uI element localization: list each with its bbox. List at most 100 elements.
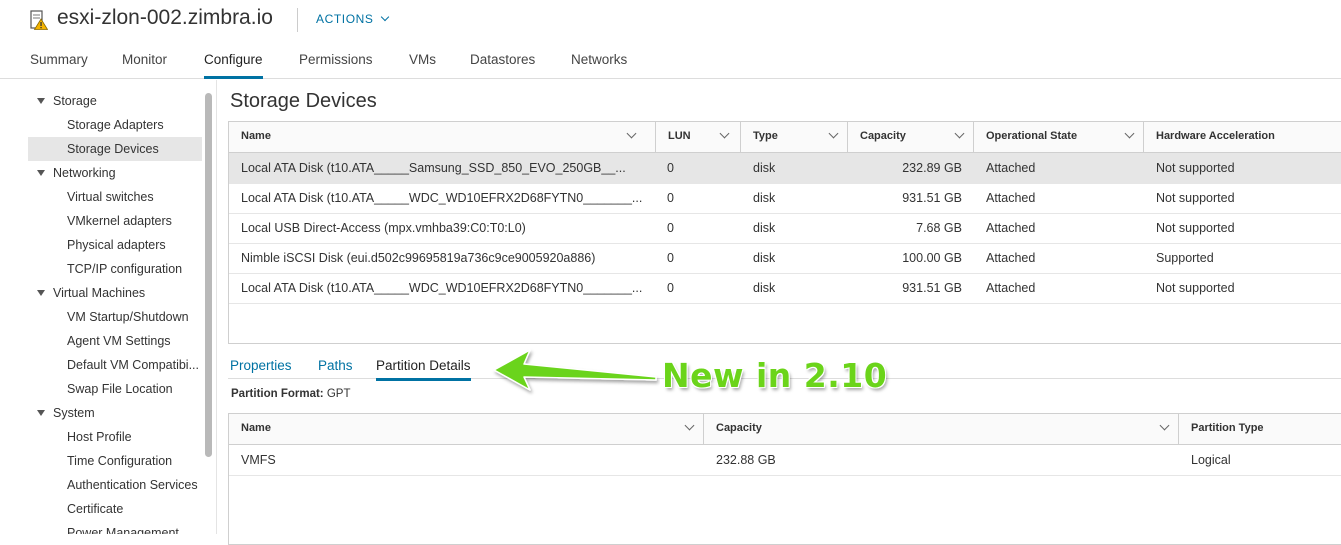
- sidebar-item-storage-adapters[interactable]: Storage Adapters: [28, 113, 202, 137]
- column-divider[interactable]: [655, 122, 656, 152]
- sidebar-item-label: Default VM Compatibi...: [67, 358, 199, 372]
- sidebar-group-networking[interactable]: Networking: [28, 161, 202, 185]
- tab-partition-details[interactable]: Partition Details: [376, 358, 471, 381]
- lun-cell: 0: [667, 161, 674, 175]
- chevron-down-icon: [381, 12, 390, 22]
- sidebar-item-physical-adapters[interactable]: Physical adapters: [28, 233, 202, 257]
- column-divider[interactable]: [973, 122, 974, 152]
- sidebar-item-label: Storage Devices: [67, 142, 159, 156]
- header-divider: [297, 8, 298, 32]
- tab-monitor[interactable]: Monitor: [122, 52, 167, 67]
- table-row[interactable]: Local ATA Disk (t10.ATA_____Samsung_SSD_…: [229, 153, 1341, 184]
- sidebar-item-host-profile[interactable]: Host Profile: [28, 425, 202, 449]
- column-divider[interactable]: [740, 122, 741, 152]
- partition-format-label: Partition Format:: [231, 388, 324, 400]
- tab-datastores[interactable]: Datastores: [470, 52, 535, 67]
- sidebar-item-vm-startup-shutdown[interactable]: VM Startup/Shutdown: [28, 305, 202, 329]
- caret-down-icon: [37, 170, 45, 176]
- caret-down-icon: [37, 98, 45, 104]
- table-row[interactable]: Nimble iSCSI Disk (eui.d502c99695819a736…: [229, 243, 1341, 274]
- sidebar-item-agent-vm-settings[interactable]: Agent VM Settings: [28, 329, 202, 353]
- sidebar-item-default-vm-compatibility[interactable]: Default VM Compatibi...: [28, 353, 202, 377]
- sidebar-item-label: VMkernel adapters: [67, 214, 172, 228]
- chevron-down-icon[interactable]: [828, 128, 839, 139]
- column-header-type[interactable]: Type: [741, 122, 847, 152]
- sidebar-item-vmkernel-adapters[interactable]: VMkernel adapters: [28, 209, 202, 233]
- column-divider[interactable]: [1143, 122, 1144, 152]
- chevron-down-icon[interactable]: [626, 128, 637, 139]
- sidebar-item-storage-devices[interactable]: Storage Devices: [28, 137, 202, 161]
- lun-cell: 0: [667, 191, 674, 205]
- tab-permissions[interactable]: Permissions: [299, 52, 373, 67]
- sidebar-item-time-configuration[interactable]: Time Configuration: [28, 449, 202, 473]
- column-label: LUN: [668, 130, 691, 142]
- tab-summary[interactable]: Summary: [30, 52, 88, 67]
- sidebar-item-swap-file-location[interactable]: Swap File Location: [28, 377, 202, 401]
- device-name-cell: Nimble iSCSI Disk (eui.d502c99695819a736…: [241, 251, 596, 265]
- partition-name-cell: VMFS: [241, 453, 276, 467]
- sidebar-group-storage[interactable]: Storage: [28, 89, 202, 113]
- sidebar-item-power-management[interactable]: Power Management: [28, 521, 202, 534]
- column-divider[interactable]: [703, 414, 704, 444]
- sidebar-item-label: Physical adapters: [67, 238, 166, 252]
- table-row[interactable]: VMFS 232.88 GB Logical: [229, 445, 1341, 476]
- sidebar-scrollbar-thumb[interactable]: [205, 93, 212, 457]
- annotation-label: New in 2.10: [662, 356, 888, 395]
- chevron-down-icon[interactable]: [1124, 128, 1135, 139]
- sidebar-item-certificate[interactable]: Certificate: [28, 497, 202, 521]
- table-row[interactable]: Local USB Direct-Access (mpx.vmhba39:C0:…: [229, 213, 1341, 244]
- column-divider[interactable]: [847, 122, 848, 152]
- column-divider[interactable]: [1178, 414, 1179, 444]
- column-label: Capacity: [860, 130, 906, 142]
- tab-properties[interactable]: Properties: [230, 358, 292, 373]
- type-cell: disk: [753, 251, 776, 265]
- chevron-down-icon[interactable]: [1159, 420, 1170, 431]
- column-header-name[interactable]: Name: [229, 414, 703, 444]
- tab-networks[interactable]: Networks: [571, 52, 627, 67]
- column-label: Name: [241, 130, 271, 142]
- operational-state-cell: Attached: [986, 281, 1036, 295]
- table-row[interactable]: Local ATA Disk (t10.ATA_____WDC_WD10EFRX…: [229, 183, 1341, 214]
- panel-divider[interactable]: [216, 80, 217, 534]
- column-header-capacity[interactable]: Capacity: [848, 122, 973, 152]
- sidebar-item-label: Swap File Location: [67, 382, 173, 396]
- actions-menu-button[interactable]: ACTIONS: [316, 12, 390, 26]
- column-header-capacity[interactable]: Capacity: [704, 414, 1178, 444]
- device-name-cell: Local USB Direct-Access (mpx.vmhba39:C0:…: [241, 221, 526, 235]
- sidebar-item-authentication-services[interactable]: Authentication Services: [28, 473, 202, 497]
- host-warning-icon: [30, 10, 49, 30]
- operational-state-cell: Attached: [986, 161, 1036, 175]
- tab-paths[interactable]: Paths: [318, 358, 353, 373]
- table-row[interactable]: Local ATA Disk (t10.ATA_____WDC_WD10EFRX…: [229, 273, 1341, 304]
- sidebar-group-label: Virtual Machines: [53, 286, 146, 300]
- sidebar-item-label: Virtual switches: [67, 190, 154, 204]
- configure-sidebar: Storage Storage Adapters Storage Devices…: [28, 89, 202, 534]
- column-header-partition-type[interactable]: Partition Type: [1179, 414, 1341, 444]
- table-header: Name LUN Type Capacity Operational State…: [229, 122, 1341, 153]
- chevron-down-icon[interactable]: [684, 420, 695, 431]
- type-cell: disk: [753, 281, 776, 295]
- tab-vms[interactable]: VMs: [409, 52, 436, 67]
- sidebar-group-label: Networking: [53, 166, 116, 180]
- column-header-operational-state[interactable]: Operational State: [974, 122, 1143, 152]
- sidebar-group-system[interactable]: System: [28, 401, 202, 425]
- caret-down-icon: [37, 290, 45, 296]
- column-header-hardware-acceleration[interactable]: Hardware Acceleration: [1144, 122, 1341, 152]
- sidebar-item-virtual-switches[interactable]: Virtual switches: [28, 185, 202, 209]
- hardware-acceleration-cell: Not supported: [1156, 191, 1235, 205]
- capacity-cell: 232.89 GB: [902, 161, 962, 175]
- column-header-lun[interactable]: LUN: [656, 122, 738, 152]
- table-header: Name Capacity Partition Type: [229, 414, 1341, 445]
- column-label: Hardware Acceleration: [1156, 130, 1275, 142]
- hardware-acceleration-cell: Supported: [1156, 251, 1214, 265]
- sidebar-item-label: Time Configuration: [67, 454, 173, 468]
- sidebar-group-virtual-machines[interactable]: Virtual Machines: [28, 281, 202, 305]
- hardware-acceleration-cell: Not supported: [1156, 161, 1235, 175]
- column-header-name[interactable]: Name: [229, 122, 645, 152]
- sidebar-item-label: VM Startup/Shutdown: [67, 310, 189, 324]
- tab-configure[interactable]: Configure: [204, 52, 263, 79]
- chevron-down-icon[interactable]: [954, 128, 965, 139]
- sidebar-item-tcpip-configuration[interactable]: TCP/IP configuration: [28, 257, 202, 281]
- chevron-down-icon[interactable]: [719, 128, 730, 139]
- page-title: Storage Devices: [230, 90, 377, 112]
